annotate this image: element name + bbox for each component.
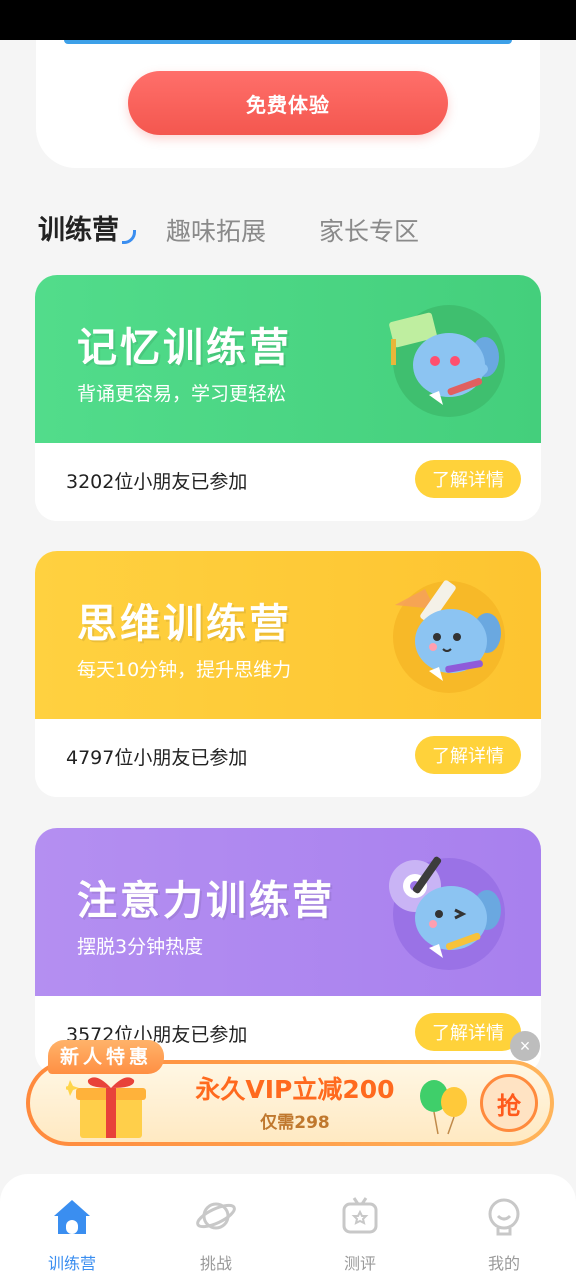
- promo-close-button[interactable]: ×: [510, 1031, 540, 1061]
- planet-icon: [196, 1202, 236, 1230]
- participants-count: 3202位小朋友已参加: [66, 471, 248, 493]
- tab-training-camp[interactable]: 训练营: [38, 208, 119, 247]
- new-user-tag: 新人特惠: [48, 1040, 165, 1074]
- promo-inner: 新人特惠 永久VIP立减200 仅需298 抢: [30, 1040, 550, 1142]
- nav-label: 测评: [343, 1254, 376, 1273]
- learn-more-button[interactable]: 了解详情: [415, 460, 521, 498]
- camp-subtitle: 摆脱3分钟热度: [77, 936, 204, 958]
- active-tab-indicator: [122, 230, 136, 244]
- camp-footer: 3202位小朋友已参加 了解详情: [35, 443, 541, 521]
- promo-headline: 永久VIP立减200: [195, 1075, 395, 1104]
- promo-price: 仅需298: [260, 1113, 330, 1133]
- elephant-mascot-icon: [389, 856, 505, 970]
- home-icon: [54, 1200, 90, 1234]
- nav-evaluation[interactable]: 测评: [310, 1194, 410, 1274]
- gift-box-icon: [66, 1077, 146, 1138]
- free-trial-button[interactable]: 免费体验: [128, 71, 448, 135]
- vip-promo-banner[interactable]: 新人特惠 永久VIP立减200 仅需298 抢: [26, 1040, 554, 1146]
- banner-bottom-edge: [64, 40, 512, 44]
- memory-camp-card[interactable]: 记忆训练营 背诵更容易，学习更轻松 3202位小朋友已参加 了解详情: [35, 275, 541, 521]
- status-bar: [0, 0, 576, 40]
- nav-label: 训练营: [47, 1254, 96, 1273]
- learn-more-button[interactable]: 了解详情: [415, 1013, 521, 1051]
- trial-card: 免费体验: [36, 40, 540, 168]
- camp-banner: 思维训练营 每天10分钟，提升思维力: [35, 551, 541, 719]
- learn-more-button[interactable]: 了解详情: [415, 736, 521, 774]
- camp-footer: 4797位小朋友已参加 了解详情: [35, 719, 541, 797]
- elephant-mascot-icon: [389, 305, 505, 417]
- camp-title: 记忆训练营: [77, 325, 292, 371]
- nav-training-camp[interactable]: 训练营: [22, 1194, 122, 1274]
- tab-fun-extension[interactable]: 趣味拓展: [166, 212, 266, 248]
- participants-count: 4797位小朋友已参加: [66, 747, 248, 769]
- camp-banner: 记忆训练营 背诵更容易，学习更轻松: [35, 275, 541, 443]
- camp-title: 思维训练营: [77, 601, 292, 647]
- grab-button[interactable]: 抢: [480, 1074, 538, 1132]
- elephant-mascot-icon: [393, 580, 505, 693]
- nav-profile[interactable]: 我的: [454, 1194, 554, 1274]
- camp-title: 注意力训练营: [77, 878, 335, 924]
- attention-camp-card[interactable]: 注意力训练营 摆脱3分钟热度 3572位小朋友已参加 了解详情: [35, 828, 541, 1074]
- camp-subtitle: 每天10分钟，提升思维力: [77, 659, 292, 681]
- nav-label: 挑战: [199, 1254, 232, 1273]
- nav-label: 我的: [487, 1254, 520, 1273]
- thinking-camp-card[interactable]: 思维训练营 每天10分钟，提升思维力 4797位小朋友已参加 了解详情: [35, 551, 541, 797]
- profile-icon: [488, 1198, 520, 1236]
- category-tabs: 训练营 趣味拓展 家长专区: [38, 206, 538, 256]
- camp-banner: 注意力训练营 摆脱3分钟热度: [35, 828, 541, 996]
- balloons-icon: [420, 1080, 467, 1135]
- camp-subtitle: 背诵更容易，学习更轻松: [77, 383, 287, 405]
- nav-challenge[interactable]: 挑战: [166, 1194, 266, 1274]
- bottom-navigation: 训练营 挑战 测评 我的: [0, 1174, 576, 1280]
- tab-parents-area[interactable]: 家长专区: [319, 212, 419, 248]
- evaluation-icon: [342, 1197, 378, 1234]
